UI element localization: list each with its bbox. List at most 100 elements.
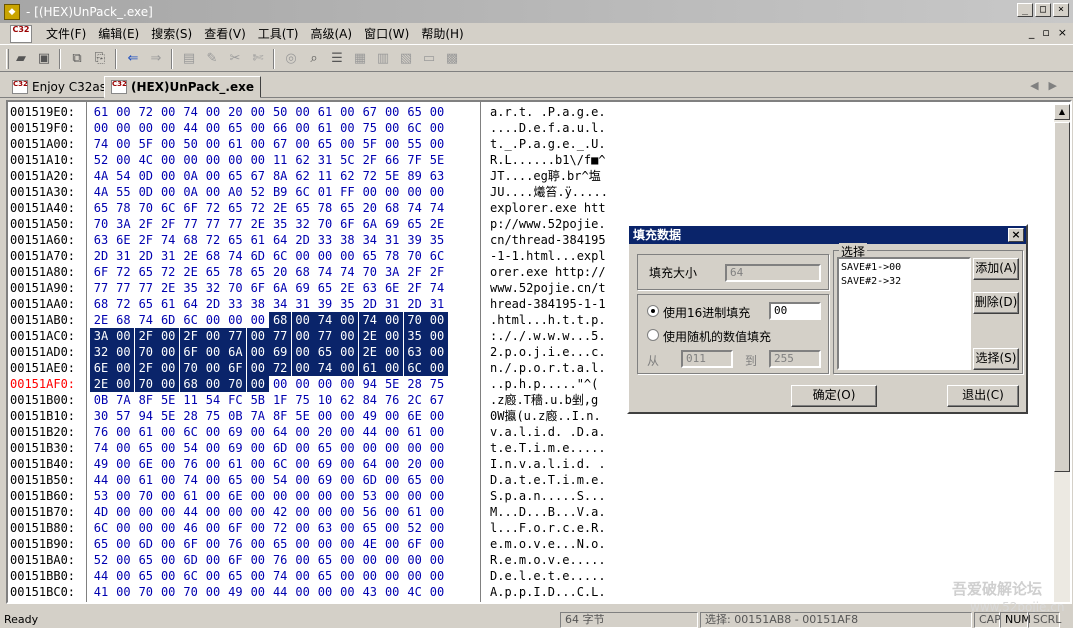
hex-byte[interactable]: 7A	[247, 408, 269, 424]
hex-byte[interactable]: 00	[157, 552, 179, 568]
hex-byte[interactable]: 00	[336, 520, 358, 536]
hex-byte[interactable]: 72	[157, 264, 179, 280]
hex-byte[interactable]: 32	[202, 280, 224, 296]
hex-byte[interactable]: 00	[112, 120, 134, 136]
hex-byte[interactable]: 72	[112, 296, 134, 312]
hex-byte[interactable]: 78	[224, 264, 246, 280]
hex-byte[interactable]: 68	[90, 296, 112, 312]
hex-byte[interactable]: 78	[381, 248, 403, 264]
hex-byte[interactable]: 52	[247, 184, 269, 200]
hex-byte[interactable]: 00	[157, 360, 180, 376]
hex-byte[interactable]: 6C	[426, 248, 448, 264]
hex-byte[interactable]: 53	[359, 488, 381, 504]
hex-byte[interactable]: 00	[157, 104, 179, 120]
hex-byte[interactable]: 39	[404, 232, 426, 248]
hex-byte[interactable]: 00	[381, 136, 403, 152]
hex-byte[interactable]: 00	[224, 152, 246, 168]
hex-byte[interactable]: 00	[426, 360, 448, 376]
hex-byte[interactable]: 2D	[90, 248, 112, 264]
hex-byte[interactable]: 34	[269, 296, 291, 312]
hex-byte[interactable]: 8F	[135, 392, 157, 408]
hex-byte[interactable]: 00	[292, 520, 314, 536]
hex-byte[interactable]: 6A	[224, 344, 247, 360]
hex-byte[interactable]: 00	[381, 568, 403, 584]
hex-byte[interactable]: 00	[314, 584, 336, 600]
hex-byte[interactable]: 6E	[224, 488, 246, 504]
hex-byte[interactable]: 00	[336, 408, 358, 424]
hex-byte[interactable]: 00	[292, 424, 314, 440]
hex-byte[interactable]: 74	[426, 200, 448, 216]
hex-byte[interactable]: 77	[180, 216, 202, 232]
hex-byte[interactable]: 6C	[180, 312, 202, 328]
hex-byte[interactable]: 0A	[180, 184, 202, 200]
ascii-text[interactable]: .z廏.T穡.u.b剉,g	[490, 392, 598, 408]
hex-byte[interactable]: 00	[157, 152, 179, 168]
hex-byte[interactable]: 00	[246, 328, 269, 344]
hex-byte[interactable]: 74	[404, 200, 426, 216]
hex-byte[interactable]: 00	[426, 584, 448, 600]
paste-icon[interactable]: ⎘	[89, 48, 111, 70]
hex-byte[interactable]: 75	[292, 392, 314, 408]
hex-byte[interactable]: 00	[381, 472, 403, 488]
align-icon[interactable]: ☰	[326, 48, 348, 70]
hex-byte[interactable]: 00	[381, 504, 403, 520]
hex-byte[interactable]: 55	[112, 184, 134, 200]
hex-byte[interactable]: 6C	[180, 568, 202, 584]
hex-byte[interactable]: 76	[90, 424, 112, 440]
hex-byte[interactable]: 00	[247, 488, 269, 504]
hex-byte[interactable]: 28	[180, 408, 202, 424]
hex-byte[interactable]: 74	[157, 232, 179, 248]
hex-byte[interactable]: 00	[292, 376, 314, 392]
hex-byte[interactable]: 35	[336, 296, 358, 312]
hex-byte[interactable]: 6D	[180, 552, 202, 568]
hex-byte[interactable]: 74	[90, 136, 112, 152]
hex-byte[interactable]: 65	[314, 344, 336, 360]
hex-byte[interactable]: 32	[292, 216, 314, 232]
toolbar-grip[interactable]	[6, 48, 9, 69]
hex-byte[interactable]: 2E	[358, 344, 381, 360]
hex-byte[interactable]: 00	[404, 440, 426, 456]
hex-byte[interactable]: 65	[135, 296, 157, 312]
hex-byte[interactable]: 00	[359, 184, 381, 200]
hex-byte[interactable]: 5B	[247, 392, 269, 408]
hex-byte[interactable]: 00	[292, 136, 314, 152]
hex-byte[interactable]: 00	[202, 152, 224, 168]
hex-byte[interactable]: 65	[224, 568, 246, 584]
hex-byte[interactable]: 2E	[180, 264, 202, 280]
hex-byte[interactable]: 00	[336, 440, 358, 456]
hex-byte[interactable]: 6C	[404, 120, 426, 136]
hex-byte[interactable]: 00	[112, 136, 134, 152]
hex-byte[interactable]: 00	[291, 312, 314, 328]
hex-byte[interactable]: 65	[135, 552, 157, 568]
hex-byte[interactable]: 68	[292, 264, 314, 280]
edit-icon[interactable]: ✎	[201, 48, 223, 70]
hex-byte[interactable]: 65	[314, 136, 336, 152]
hex-byte[interactable]: 72	[202, 232, 224, 248]
hex-byte[interactable]: 00	[336, 344, 359, 360]
hex-byte[interactable]: 35	[180, 280, 202, 296]
hex-byte[interactable]: 68	[180, 232, 202, 248]
hex-byte[interactable]: 61	[157, 296, 179, 312]
hex-byte[interactable]: 5E	[157, 408, 179, 424]
hex-byte[interactable]: 4D	[90, 504, 112, 520]
hex-byte[interactable]: 00	[426, 120, 448, 136]
hex-byte[interactable]: 00	[426, 184, 448, 200]
exit-button[interactable]: 退出(C)	[947, 385, 1019, 407]
ascii-text[interactable]: D.e.l.e.t.e.....	[490, 568, 606, 584]
hex-byte[interactable]: 68	[179, 376, 202, 392]
hex-byte[interactable]: 00	[291, 360, 314, 376]
ascii-text[interactable]: ....D.e.f.a.u.l.	[490, 120, 606, 136]
hex-byte[interactable]: 00	[202, 184, 224, 200]
hex-byte[interactable]: 00	[381, 104, 403, 120]
hex-byte[interactable]: 70	[314, 216, 336, 232]
hex-byte[interactable]: 61	[358, 360, 381, 376]
hex-byte[interactable]: 00	[404, 552, 426, 568]
hex-byte[interactable]: 00	[381, 184, 403, 200]
hex-byte[interactable]: 00	[112, 440, 134, 456]
hex-byte[interactable]: 00	[90, 120, 112, 136]
hex-byte[interactable]: 76	[180, 456, 202, 472]
hex-byte[interactable]: 49	[90, 456, 112, 472]
hex-byte[interactable]: 00	[292, 472, 314, 488]
hex-byte[interactable]: 63	[426, 168, 448, 184]
hex-byte[interactable]: 00	[224, 504, 246, 520]
